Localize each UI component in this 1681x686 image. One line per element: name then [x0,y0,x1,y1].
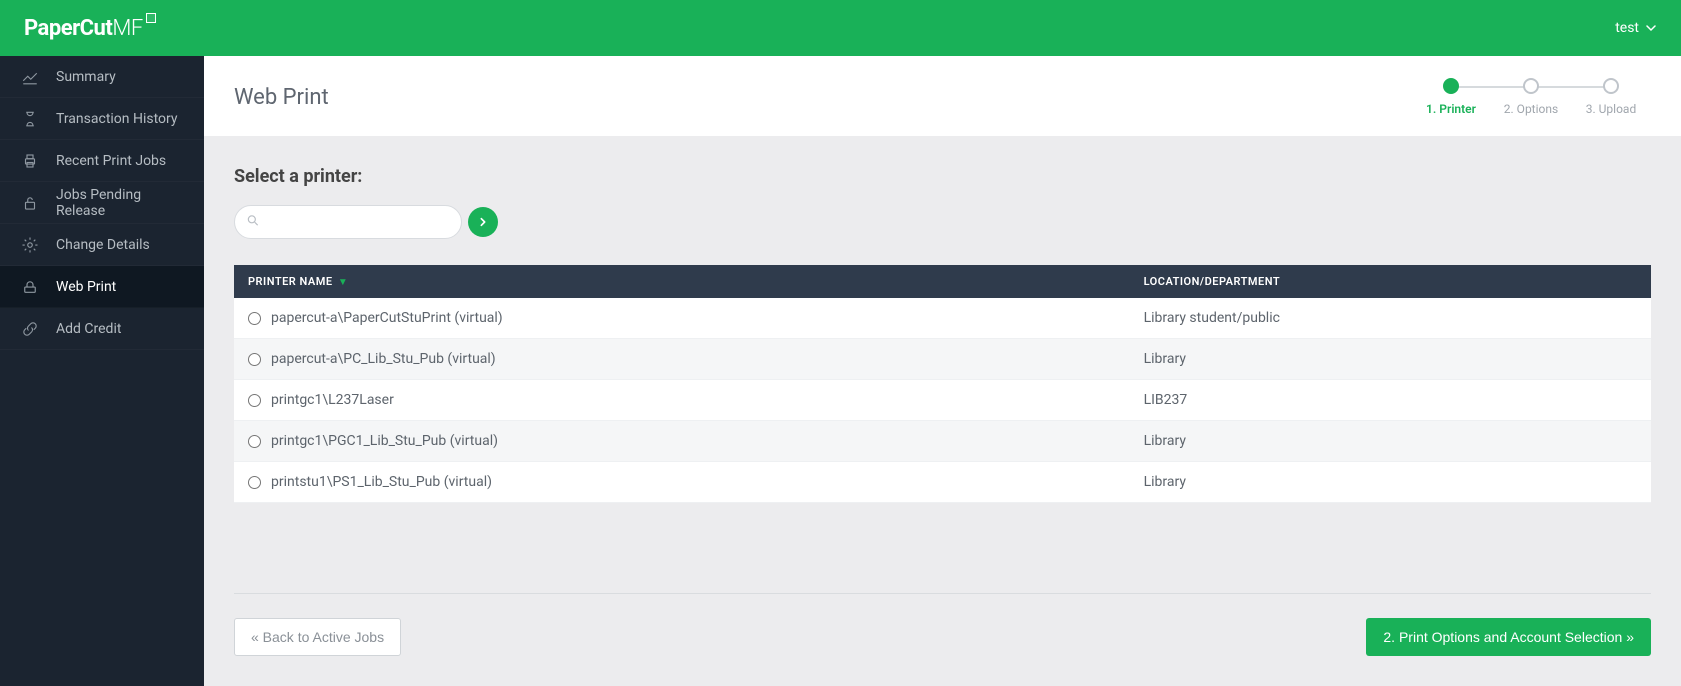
printer-radio[interactable] [248,435,261,448]
sidebar-item-label: Summary [56,69,116,85]
chevron-down-icon [1645,22,1657,34]
sidebar-item-label: Add Credit [56,321,121,337]
printer-option[interactable]: printgc1\L237Laser [248,392,1116,408]
printer-option[interactable]: printgc1\PGC1_Lib_Stu_Pub (virtual) [248,433,1116,449]
sidebar-item-label: Recent Print Jobs [56,153,166,169]
main: Web Print 1. Printer 2. Options 3. Uploa… [204,56,1681,686]
cloud-print-icon [20,277,40,297]
sidebar: Summary Transaction History Recent Print… [0,56,204,686]
search-icon [246,213,260,232]
printer-location: Library student/public [1130,298,1651,339]
sort-desc-icon: ▼ [338,277,348,288]
back-button[interactable]: « Back to Active Jobs [234,618,401,656]
sidebar-item-transaction-history[interactable]: Transaction History [0,98,204,140]
logo-chip-icon [146,13,156,23]
printer-location: Library [1130,339,1651,380]
sidebar-item-web-print[interactable]: Web Print [0,266,204,308]
search-box [234,205,462,239]
printer-table: PRINTER NAME ▼ LOCATION/DEPARTMENT [234,265,1651,503]
col-location[interactable]: LOCATION/DEPARTMENT [1130,265,1651,298]
page-title: Web Print [234,85,329,110]
table-row[interactable]: printgc1\PGC1_Lib_Stu_Pub (virtual) Libr… [234,421,1651,462]
printer-radio[interactable] [248,394,261,407]
printer-icon [20,151,40,171]
printer-option[interactable]: papercut-a\PC_Lib_Stu_Pub (virtual) [248,351,1116,367]
user-label: test [1615,20,1639,36]
step-dot-icon [1523,78,1539,94]
printer-location: Library [1130,421,1651,462]
step-label: 2. Options [1504,102,1558,116]
step-dot-icon [1443,78,1459,94]
printer-option[interactable]: papercut-a\PaperCutStuPrint (virtual) [248,310,1116,326]
section-title: Select a printer: [234,166,1651,187]
sidebar-item-change-details[interactable]: Change Details [0,224,204,266]
sidebar-item-label: Web Print [56,279,116,295]
sidebar-item-recent-print-jobs[interactable]: Recent Print Jobs [0,140,204,182]
step-options[interactable]: 2. Options [1491,78,1571,116]
printer-name: printgc1\PGC1_Lib_Stu_Pub (virtual) [271,433,498,449]
table-row[interactable]: printstu1\PS1_Lib_Stu_Pub (virtual) Libr… [234,462,1651,503]
printer-location: LIB237 [1130,380,1651,421]
printer-radio[interactable] [248,476,261,489]
printer-name: printstu1\PS1_Lib_Stu_Pub (virtual) [271,474,492,490]
step-upload[interactable]: 3. Upload [1571,78,1651,116]
sidebar-item-label: Change Details [56,237,150,253]
hourglass-icon [20,109,40,129]
search-submit-button[interactable] [468,207,498,237]
table-row[interactable]: printgc1\L237Laser LIB237 [234,380,1651,421]
printer-name: papercut-a\PC_Lib_Stu_Pub (virtual) [271,351,496,367]
search-input[interactable] [234,205,462,239]
printer-name: printgc1\L237Laser [271,392,394,408]
printer-name: papercut-a\PaperCutStuPrint (virtual) [271,310,503,326]
sidebar-item-jobs-pending-release[interactable]: Jobs Pending Release [0,182,204,224]
step-label: 1. Printer [1426,102,1476,116]
printer-radio[interactable] [248,312,261,325]
chevron-right-icon [478,217,488,227]
brand: PaperCutMF [24,16,143,41]
col-printer-name[interactable]: PRINTER NAME ▼ [234,265,1130,298]
user-dropdown[interactable]: test [1615,20,1657,36]
table-row[interactable]: papercut-a\PC_Lib_Stu_Pub (virtual) Libr… [234,339,1651,380]
sidebar-item-label: Jobs Pending Release [56,187,184,219]
sidebar-item-add-credit[interactable]: Add Credit [0,308,204,350]
step-printer[interactable]: 1. Printer [1411,78,1491,116]
lock-open-icon [20,193,40,213]
printer-radio[interactable] [248,353,261,366]
chart-line-icon [20,67,40,87]
sidebar-item-summary[interactable]: Summary [0,56,204,98]
link-icon [20,319,40,339]
step-label: 3. Upload [1586,102,1636,116]
table-row[interactable]: papercut-a\PaperCutStuPrint (virtual) Li… [234,298,1651,339]
search-wrap [234,205,1651,239]
page-header: Web Print 1. Printer 2. Options 3. Uploa… [204,56,1681,136]
content: Select a printer: PRINTER NAME [204,136,1681,686]
printer-location: Library [1130,462,1651,503]
printer-option[interactable]: printstu1\PS1_Lib_Stu_Pub (virtual) [248,474,1116,490]
stepper: 1. Printer 2. Options 3. Upload [1411,78,1651,116]
step-dot-icon [1603,78,1619,94]
next-button[interactable]: 2. Print Options and Account Selection » [1366,618,1651,656]
logo: PaperCutMF [24,16,156,41]
footer-actions: « Back to Active Jobs 2. Print Options a… [234,593,1651,656]
topbar: PaperCutMF test [0,0,1681,56]
gear-icon [20,235,40,255]
sidebar-item-label: Transaction History [56,111,178,127]
